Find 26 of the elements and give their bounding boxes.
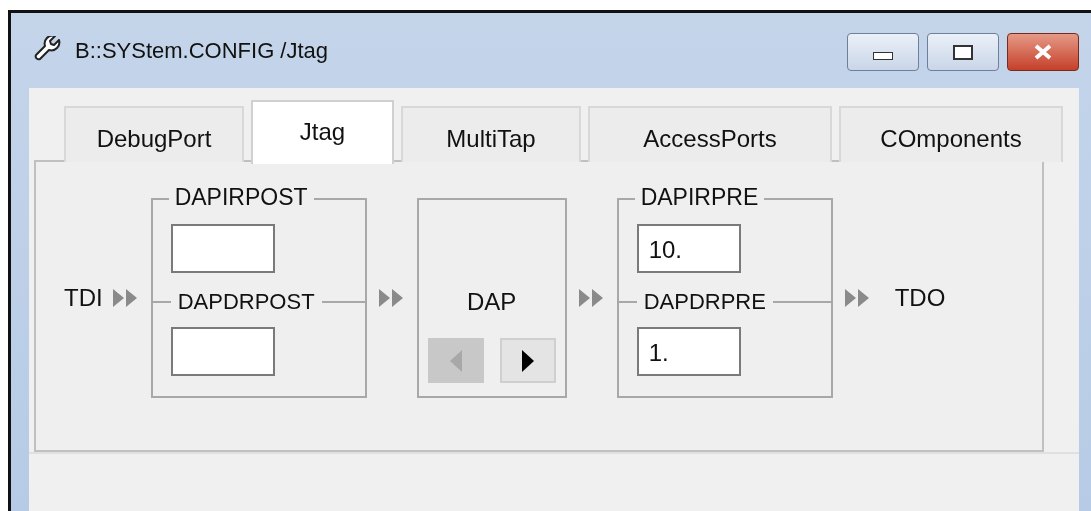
tab[interactable]: MultiTap bbox=[401, 106, 581, 162]
right-triangle-icon bbox=[520, 349, 535, 372]
window-title: B::SYStem.CONFIG /Jtag bbox=[75, 37, 329, 64]
close-icon bbox=[1032, 44, 1054, 60]
double-arrow-icon bbox=[844, 289, 871, 307]
dap-label: DAP bbox=[467, 288, 517, 316]
input-field[interactable]: 10. bbox=[636, 224, 741, 273]
input-label: TDI bbox=[64, 284, 103, 312]
field-label: DAPDRPOST bbox=[176, 289, 316, 315]
left-triangle-icon bbox=[448, 349, 463, 372]
maximize-button[interactable] bbox=[927, 33, 999, 71]
tab[interactable]: AccessPorts bbox=[588, 106, 832, 162]
double-arrow-icon bbox=[378, 289, 405, 307]
tab[interactable]: Jtag bbox=[251, 100, 394, 164]
double-arrow-icon bbox=[112, 289, 139, 307]
close-button[interactable] bbox=[1007, 33, 1079, 71]
tab[interactable]: COmponents bbox=[839, 106, 1063, 162]
minimize-button[interactable] bbox=[847, 33, 919, 71]
field-label: DAPDRPRE bbox=[642, 289, 767, 315]
tab[interactable]: DebugPort bbox=[64, 106, 244, 162]
input-field[interactable] bbox=[170, 224, 275, 273]
input-field[interactable]: 1. bbox=[636, 327, 741, 376]
output-label: TDO bbox=[894, 284, 946, 312]
input-field[interactable] bbox=[170, 327, 275, 376]
double-arrow-icon bbox=[578, 289, 605, 307]
next-button[interactable] bbox=[499, 338, 556, 383]
